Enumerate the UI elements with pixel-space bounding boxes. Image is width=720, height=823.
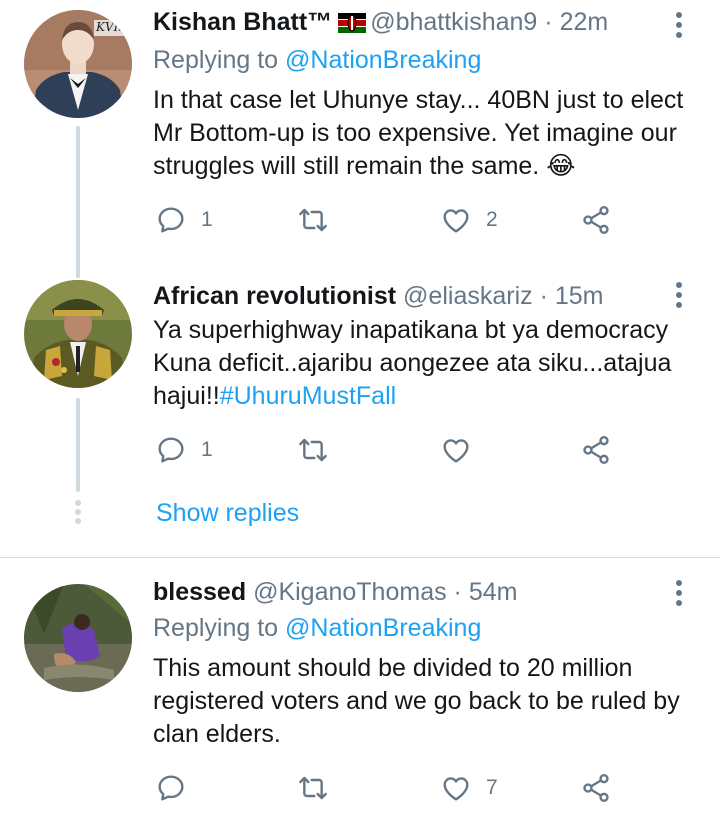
- thread-continuation-dots: [75, 500, 81, 524]
- tweet-header: blessed @KiganoThomas · 54m: [153, 578, 517, 607]
- avatar[interactable]: [24, 584, 132, 692]
- tweet-text-line: In that case let Uhunye stay... 40BN jus…: [153, 86, 684, 114]
- more-icon[interactable]: [676, 12, 682, 38]
- tweet-text-line: clan elders.: [153, 720, 281, 748]
- hashtag-link[interactable]: #UhuruMustFall: [220, 382, 396, 410]
- reply-icon: [158, 207, 184, 233]
- handle[interactable]: @eliaskariz: [403, 282, 533, 310]
- avatar[interactable]: [24, 280, 132, 388]
- reply-count: 1: [201, 438, 213, 461]
- tweet-text-line: struggles will still remain the same. 😂: [153, 152, 576, 180]
- like-icon: [443, 777, 469, 801]
- tweet[interactable]: blessed @KiganoThomas · 54m Replying to …: [0, 568, 720, 823]
- tweet-header: African revolutionist @eliaskariz · 15m: [153, 282, 604, 311]
- reply-button[interactable]: 1: [155, 434, 213, 466]
- mention-link[interactable]: @NationBreaking: [285, 46, 481, 74]
- retweet-button[interactable]: [297, 772, 343, 804]
- display-name[interactable]: blessed: [153, 578, 246, 606]
- replying-to: Replying to @NationBreaking: [153, 46, 481, 75]
- share-icon: [583, 206, 609, 234]
- retweet-icon: [299, 438, 327, 462]
- tweet-text-line: registered voters and we go back to be r…: [153, 687, 680, 715]
- tweet-actions: 1: [155, 434, 625, 470]
- separator-dot: ·: [544, 8, 553, 36]
- tweet-text: This amount should be divided to 20 mill…: [153, 652, 693, 751]
- divider: [0, 557, 720, 558]
- handle[interactable]: @KiganoThomas: [253, 578, 447, 606]
- share-icon: [583, 774, 609, 802]
- share-icon: [583, 436, 609, 464]
- show-replies-link[interactable]: Show replies: [156, 499, 299, 528]
- tweet-text-line: Ya superhighway inapatikana bt ya democr…: [153, 316, 669, 344]
- display-name[interactable]: Kishan Bhatt™: [153, 8, 332, 36]
- like-icon: [443, 439, 469, 463]
- retweet-icon: [299, 776, 327, 800]
- reply-count: 1: [201, 208, 213, 231]
- tweet-text-line: Mr Bottom-up is too expensive. Yet imagi…: [153, 119, 677, 147]
- tweet-text-line: hajui!!#UhuruMustFall: [153, 380, 693, 413]
- reply-button[interactable]: [155, 772, 201, 804]
- more-icon[interactable]: [676, 580, 682, 606]
- replying-prefix: Replying to: [153, 46, 286, 74]
- reply-icon: [158, 775, 184, 801]
- tweet-text-line: Kuna deficit..ajaribu aongezee ata siku.…: [153, 349, 672, 377]
- tweet-text-line: This amount should be divided to 20 mill…: [153, 654, 633, 682]
- tweet-actions: 7: [155, 772, 625, 808]
- kenya-flag-icon: [338, 11, 367, 34]
- tweet[interactable]: African revolutionist @eliaskariz · 15m …: [0, 270, 720, 500]
- like-count: 2: [486, 208, 498, 231]
- like-button[interactable]: 2: [440, 204, 498, 236]
- avatar[interactable]: KVIS: [24, 10, 132, 118]
- share-button[interactable]: [580, 434, 612, 466]
- timestamp[interactable]: 22m: [560, 8, 609, 36]
- separator-dot: ·: [539, 282, 548, 310]
- tweet-text: Ya superhighway inapatikana bt ya democr…: [153, 314, 693, 413]
- tweet-text: In that case let Uhunye stay... 40BN jus…: [153, 84, 693, 183]
- like-button[interactable]: 7: [440, 772, 498, 804]
- reply-button[interactable]: 1: [155, 204, 213, 236]
- separator-dot: ·: [453, 578, 462, 606]
- share-button[interactable]: [580, 772, 612, 804]
- retweet-button[interactable]: [297, 204, 343, 236]
- like-button[interactable]: [440, 434, 486, 466]
- mention-link[interactable]: @NationBreaking: [285, 614, 481, 642]
- retweet-icon: [299, 208, 327, 232]
- replying-to: Replying to @NationBreaking: [153, 614, 481, 643]
- tweet-actions: 1 2: [155, 204, 625, 240]
- like-count: 7: [486, 776, 498, 799]
- reply-icon: [158, 437, 184, 463]
- tweet[interactable]: KVIS Kishan Bhatt™ @bhattkishan9 · 22m R…: [0, 0, 720, 260]
- timestamp[interactable]: 54m: [469, 578, 518, 606]
- share-button[interactable]: [580, 204, 612, 236]
- avatar-text: KVIS: [96, 20, 127, 34]
- display-name[interactable]: African revolutionist: [153, 282, 396, 310]
- retweet-button[interactable]: [297, 434, 343, 466]
- tweet-text-fragment: hajui!!: [153, 382, 220, 410]
- like-icon: [443, 209, 469, 233]
- more-icon[interactable]: [676, 282, 682, 308]
- timestamp[interactable]: 15m: [555, 282, 604, 310]
- tweet-header: Kishan Bhatt™ @bhattkishan9 · 22m: [153, 8, 608, 37]
- replying-prefix: Replying to: [153, 614, 286, 642]
- handle[interactable]: @bhattkishan9: [370, 8, 537, 36]
